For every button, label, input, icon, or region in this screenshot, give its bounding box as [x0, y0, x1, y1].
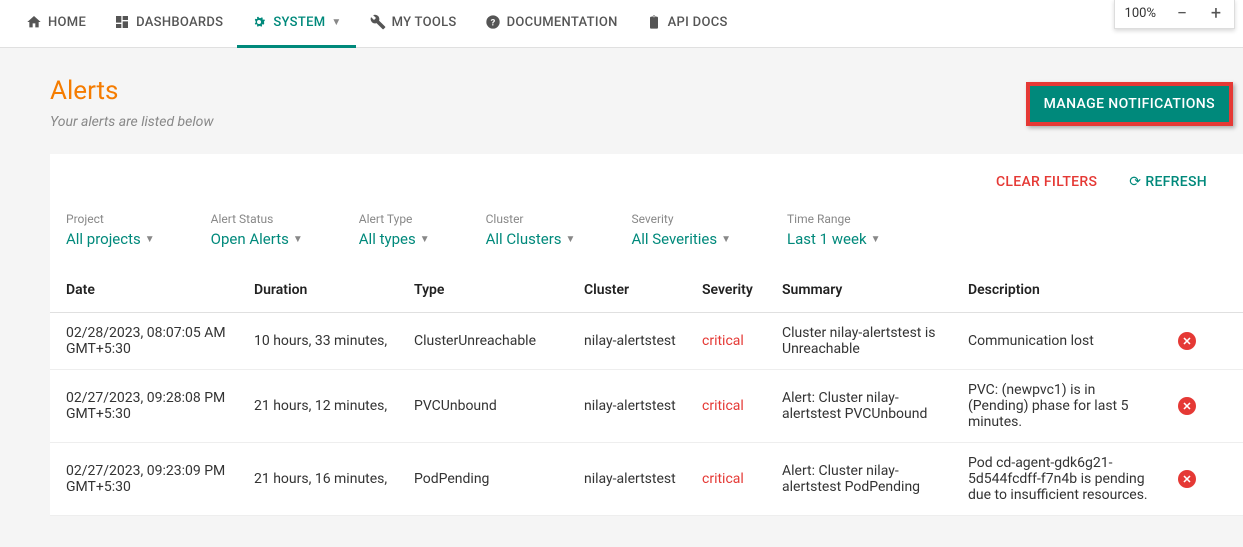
chevron-down-icon: ▼ — [566, 234, 576, 245]
col-cluster: Cluster — [574, 268, 692, 313]
cell-date: 02/27/2023, 09:23:09 PM GMT+5:30 — [50, 443, 244, 516]
clipboard-icon — [646, 14, 662, 30]
nav-dashboards[interactable]: DASHBOARDS — [100, 0, 237, 48]
cell-description: Communication lost — [958, 313, 1168, 370]
cell-duration: 10 hours, 33 minutes, — [244, 313, 404, 370]
nav-system-label: SYSTEM — [273, 15, 325, 30]
filter-time-range-value: Last 1 week — [787, 230, 867, 248]
nav-documentation-label: DOCUMENTATION — [507, 15, 618, 30]
col-severity: Severity — [692, 268, 772, 313]
filter-bar: Project All projects ▼ Alert Status Open … — [50, 202, 1243, 268]
dismiss-alert-button[interactable]: ✕ — [1178, 332, 1196, 350]
cell-cluster: nilay-alertstest — [574, 313, 692, 370]
refresh-label: REFRESH — [1145, 174, 1207, 190]
cell-type: ClusterUnreachable — [404, 313, 574, 370]
table-row: 02/27/2023, 09:23:09 PM GMT+5:30 21 hour… — [50, 443, 1243, 516]
cell-summary: Cluster nilay-alertstest is Unreachable — [772, 313, 958, 370]
zoom-level: 100% — [1125, 6, 1156, 21]
filter-cluster[interactable]: Cluster All Clusters ▼ — [486, 212, 576, 248]
page-title: Alerts — [50, 76, 214, 106]
alerts-card: CLEAR FILTERS ⟳ REFRESH Project All proj… — [50, 154, 1243, 516]
cell-date: 02/27/2023, 09:28:08 PM GMT+5:30 — [50, 370, 244, 443]
chevron-down-icon: ▼ — [871, 234, 881, 245]
nav-mytools-label: MY TOOLS — [392, 15, 457, 30]
chevron-down-icon: ▼ — [721, 234, 731, 245]
filter-cluster-value: All Clusters — [486, 230, 562, 248]
nav-documentation[interactable]: ? DOCUMENTATION — [471, 0, 632, 48]
nav-apidocs-label: API DOCS — [668, 15, 728, 30]
table-row: 02/27/2023, 09:28:08 PM GMT+5:30 21 hour… — [50, 370, 1243, 443]
filter-alert-type[interactable]: Alert Type All types ▼ — [359, 212, 430, 248]
filter-project-value: All projects — [66, 230, 141, 248]
cell-type: PVCUnbound — [404, 370, 574, 443]
col-description: Description — [958, 268, 1168, 313]
cell-severity: critical — [692, 370, 772, 443]
dashboard-icon — [114, 14, 130, 30]
nav-dashboards-label: DASHBOARDS — [136, 15, 223, 30]
filter-severity-value: All Severities — [631, 230, 717, 248]
filter-project[interactable]: Project All projects ▼ — [66, 212, 155, 248]
filter-status[interactable]: Alert Status Open Alerts ▼ — [211, 212, 303, 248]
refresh-icon: ⟳ — [1129, 174, 1141, 190]
zoom-control: 100% − + — [1114, 0, 1235, 29]
chevron-down-icon: ▼ — [293, 234, 303, 245]
nav-home[interactable]: HOME — [12, 0, 100, 48]
help-icon: ? — [485, 14, 501, 30]
cell-description: Pod cd-agent-gdk6g21-5d544fcdff-f7n4b is… — [958, 443, 1168, 516]
nav-home-label: HOME — [48, 15, 86, 30]
cell-summary: Alert: Cluster nilay-alertstest PVCUnbou… — [772, 370, 958, 443]
clear-filters-button[interactable]: CLEAR FILTERS — [996, 174, 1097, 190]
svg-text:?: ? — [490, 17, 495, 28]
chevron-down-icon: ▼ — [331, 17, 341, 28]
filter-alert-type-label: Alert Type — [359, 212, 430, 226]
filter-alert-type-value: All types — [359, 230, 416, 248]
page-subtitle: Your alerts are listed below — [50, 114, 214, 130]
nav-apidocs[interactable]: API DOCS — [632, 0, 742, 48]
dismiss-alert-button[interactable]: ✕ — [1178, 397, 1196, 415]
manage-notifications-button[interactable]: MANAGE NOTIFICATIONS — [1026, 82, 1233, 126]
nav-mytools[interactable]: MY TOOLS — [356, 0, 471, 48]
filter-time-range[interactable]: Time Range Last 1 week ▼ — [787, 212, 880, 248]
cell-duration: 21 hours, 16 minutes, — [244, 443, 404, 516]
zoom-out-button[interactable]: − — [1174, 3, 1190, 24]
dismiss-alert-button[interactable]: ✕ — [1178, 470, 1196, 488]
chevron-down-icon: ▼ — [420, 234, 430, 245]
chevron-down-icon: ▼ — [145, 234, 155, 245]
top-nav: HOME DASHBOARDS SYSTEM ▼ MY TOOLS ? DOCU… — [0, 0, 1243, 48]
cell-cluster: nilay-alertstest — [574, 443, 692, 516]
nav-system[interactable]: SYSTEM ▼ — [237, 0, 355, 48]
cell-cluster: nilay-alertstest — [574, 370, 692, 443]
filter-cluster-label: Cluster — [486, 212, 576, 226]
gear-icon — [251, 14, 267, 30]
cell-severity: critical — [692, 313, 772, 370]
col-type: Type — [404, 268, 574, 313]
filter-severity-label: Severity — [631, 212, 731, 226]
cell-description: PVC: (newpvc1) is in (Pending) phase for… — [958, 370, 1168, 443]
col-summary: Summary — [772, 268, 958, 313]
cell-type: PodPending — [404, 443, 574, 516]
col-duration: Duration — [244, 268, 404, 313]
col-date: Date — [50, 268, 244, 313]
filter-status-label: Alert Status — [211, 212, 303, 226]
cell-date: 02/28/2023, 08:07:05 AM GMT+5:30 — [50, 313, 244, 370]
cell-duration: 21 hours, 12 minutes, — [244, 370, 404, 443]
home-icon — [26, 14, 42, 30]
zoom-in-button[interactable]: + — [1208, 3, 1224, 24]
filter-status-value: Open Alerts — [211, 230, 289, 248]
cell-summary: Alert: Cluster nilay-alertstest PodPendi… — [772, 443, 958, 516]
wrench-icon — [370, 14, 386, 30]
filter-severity[interactable]: Severity All Severities ▼ — [631, 212, 731, 248]
alerts-table: Date Duration Type Cluster Severity Summ… — [50, 268, 1243, 516]
refresh-button[interactable]: ⟳ REFRESH — [1129, 174, 1207, 190]
table-row: 02/28/2023, 08:07:05 AM GMT+5:30 10 hour… — [50, 313, 1243, 370]
cell-severity: critical — [692, 443, 772, 516]
filter-project-label: Project — [66, 212, 155, 226]
filter-time-range-label: Time Range — [787, 212, 880, 226]
